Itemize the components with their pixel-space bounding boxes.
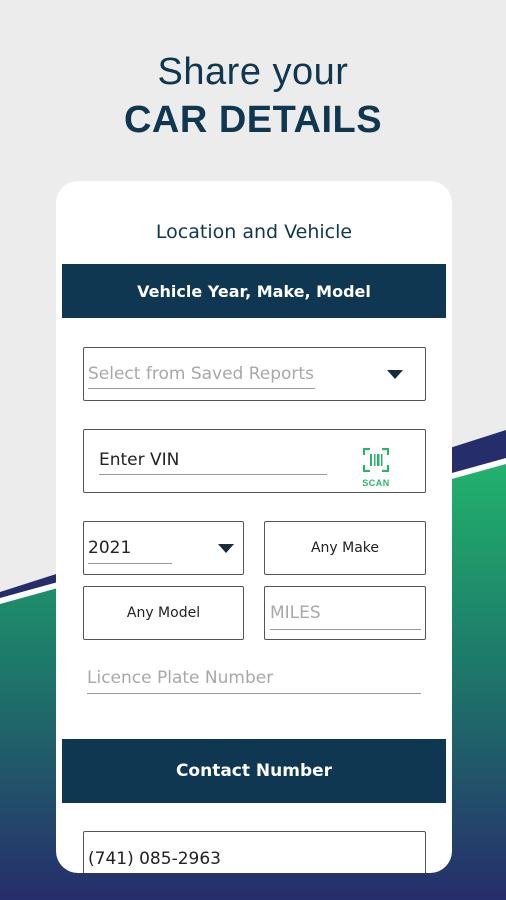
card-title: Location and Vehicle bbox=[155, 221, 353, 243]
make-selector[interactable]: Any Make bbox=[264, 521, 426, 575]
phone-value: (741) 085-2963 bbox=[88, 849, 221, 869]
miles-input[interactable]: MILES bbox=[264, 586, 426, 640]
model-selector[interactable]: Any Model bbox=[83, 586, 244, 640]
licence-plate-underline bbox=[87, 693, 421, 694]
scan-label: SCAN bbox=[362, 478, 390, 488]
barcode-scan-icon bbox=[362, 447, 390, 473]
model-label: Any Model bbox=[126, 605, 201, 621]
hero-title-line1: Share your bbox=[157, 51, 349, 93]
miles-placeholder: MILES bbox=[270, 603, 321, 623]
year-value: 2021 bbox=[88, 538, 132, 558]
vin-placeholder: Enter VIN bbox=[99, 450, 180, 470]
hero-title-line2: CAR DETAILS bbox=[123, 99, 383, 141]
caret-down-icon bbox=[387, 370, 403, 379]
licence-plate-input[interactable]: Licence Plate Number bbox=[87, 663, 421, 695]
licence-plate-placeholder: Licence Plate Number bbox=[87, 668, 274, 688]
section-header-vehicle: Vehicle Year, Make, Model bbox=[62, 264, 446, 318]
section-header-contact: Contact Number bbox=[62, 739, 446, 803]
saved-reports-dropdown[interactable]: Select from Saved Reports bbox=[83, 347, 426, 401]
caret-down-icon bbox=[218, 544, 234, 553]
make-label: Any Make bbox=[310, 540, 380, 556]
saved-reports-placeholder: Select from Saved Reports bbox=[88, 364, 314, 384]
vehicle-form-card: Location and Vehicle Vehicle Year, Make,… bbox=[56, 181, 452, 873]
year-dropdown[interactable]: 2021 bbox=[83, 521, 244, 575]
scan-vin-button[interactable]: SCAN bbox=[358, 447, 394, 488]
phone-input[interactable]: (741) 085-2963 bbox=[83, 831, 426, 873]
hero-heading: Share your CAR DETAILS bbox=[0, 48, 506, 144]
